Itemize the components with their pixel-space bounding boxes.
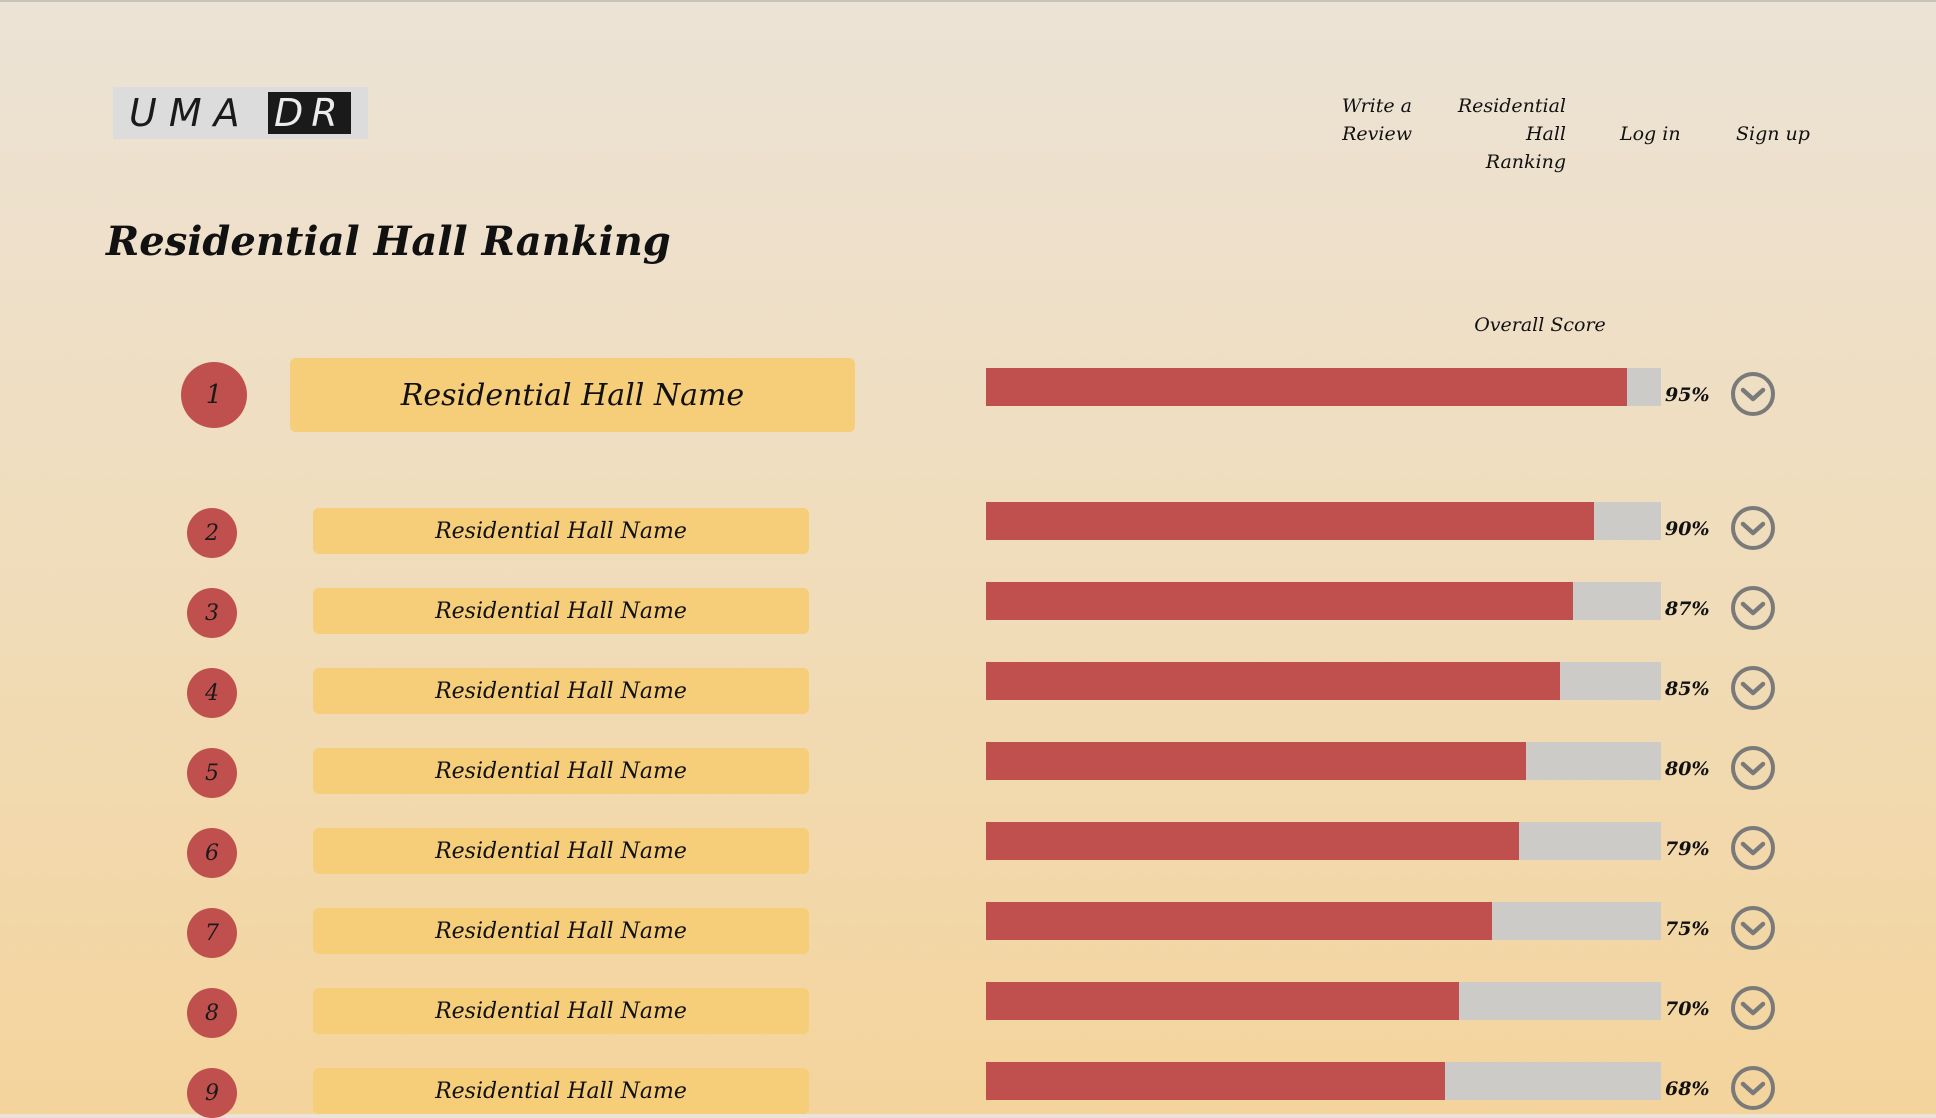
score-percent: 95% xyxy=(1665,384,1710,406)
rank-badge: 5 xyxy=(187,748,237,798)
chevron-down-icon[interactable] xyxy=(1730,905,1776,951)
score-bar-track xyxy=(986,368,1661,406)
score-bar-fill xyxy=(986,582,1574,620)
ranking-row: 3 Residential Hall Name 87% xyxy=(0,562,1936,638)
ranking-row: 9 Residential Hall Name 68% xyxy=(0,1042,1936,1118)
chevron-down-icon[interactable] xyxy=(1730,371,1776,417)
score-percent: 70% xyxy=(1665,998,1710,1020)
chevron-down-icon[interactable] xyxy=(1730,825,1776,871)
score-bar-track xyxy=(986,742,1661,780)
score-bar-track xyxy=(986,502,1661,540)
score-percent: 85% xyxy=(1665,678,1710,700)
top-border xyxy=(0,0,1936,2)
score-percent: 90% xyxy=(1665,518,1710,540)
chevron-down-icon[interactable] xyxy=(1730,505,1776,551)
hall-name-button[interactable]: Residential Hall Name xyxy=(313,588,809,634)
overall-score-header: Overall Score xyxy=(1474,314,1606,336)
score-bar-fill xyxy=(986,368,1628,406)
ranking-row: 8 Residential Hall Name 70% xyxy=(0,962,1936,1038)
score-bar-track xyxy=(986,822,1661,860)
chevron-down-icon[interactable] xyxy=(1730,1065,1776,1111)
score-bar-fill xyxy=(986,902,1493,940)
rank-badge: 9 xyxy=(187,1068,237,1118)
logo-text-right: DR xyxy=(268,92,351,134)
ranking-row: 1 Residential Hall Name 95% xyxy=(0,358,1936,432)
rank-badge: 6 xyxy=(187,828,237,878)
score-percent: 80% xyxy=(1665,758,1710,780)
score-bar-track xyxy=(986,982,1661,1020)
score-bar-fill xyxy=(986,742,1526,780)
rank-badge: 7 xyxy=(187,908,237,958)
score-bar-track xyxy=(986,662,1661,700)
nav-write-review-link[interactable]: Write a Review xyxy=(1302,92,1412,148)
score-bar-fill xyxy=(986,662,1560,700)
ranking-row: 2 Residential Hall Name 90% xyxy=(0,482,1936,558)
rank-badge: 2 xyxy=(187,508,237,558)
chevron-down-icon[interactable] xyxy=(1730,985,1776,1031)
hall-name-button[interactable]: Residential Hall Name xyxy=(313,508,809,554)
logo-text-left: UMA xyxy=(129,91,252,135)
score-bar-fill xyxy=(986,1062,1445,1100)
page-title: Residential Hall Ranking xyxy=(106,218,671,265)
score-bar-track xyxy=(986,582,1661,620)
chevron-down-icon[interactable] xyxy=(1730,745,1776,791)
hall-name-button[interactable]: Residential Hall Name xyxy=(313,828,809,874)
hall-name-button[interactable]: Residential Hall Name xyxy=(313,988,809,1034)
hall-name-button[interactable]: Residential Hall Name xyxy=(313,908,809,954)
rank-badge: 8 xyxy=(187,988,237,1038)
hall-name-button[interactable]: Residential Hall Name xyxy=(313,748,809,794)
ranking-row: 5 Residential Hall Name 80% xyxy=(0,722,1936,798)
chevron-down-icon[interactable] xyxy=(1730,665,1776,711)
score-percent: 68% xyxy=(1665,1078,1710,1100)
rank-badge: 4 xyxy=(187,668,237,718)
score-bar-fill xyxy=(986,982,1459,1020)
chevron-down-icon[interactable] xyxy=(1730,585,1776,631)
rank-badge: 1 xyxy=(181,362,247,428)
score-percent: 87% xyxy=(1665,598,1710,620)
score-bar-fill xyxy=(986,502,1594,540)
hall-name-button[interactable]: Residential Hall Name xyxy=(313,668,809,714)
ranking-row: 7 Residential Hall Name 75% xyxy=(0,882,1936,958)
nav-signup-link[interactable]: Sign up xyxy=(1736,120,1836,148)
site-logo[interactable]: UMA DR xyxy=(113,87,368,139)
score-bar-track xyxy=(986,902,1661,940)
hall-name-button[interactable]: Residential Hall Name xyxy=(313,1068,809,1114)
nav-login-link[interactable]: Log in xyxy=(1620,120,1720,148)
ranking-row: 6 Residential Hall Name 79% xyxy=(0,802,1936,878)
ranking-row: 4 Residential Hall Name 85% xyxy=(0,642,1936,718)
nav-ranking-link[interactable]: Residential Hall Ranking xyxy=(1420,92,1566,176)
hall-name-button[interactable]: Residential Hall Name xyxy=(290,358,855,432)
score-bar-track xyxy=(986,1062,1661,1100)
score-percent: 79% xyxy=(1665,838,1710,860)
rank-badge: 3 xyxy=(187,588,237,638)
score-bar-fill xyxy=(986,822,1520,860)
score-percent: 75% xyxy=(1665,918,1710,940)
